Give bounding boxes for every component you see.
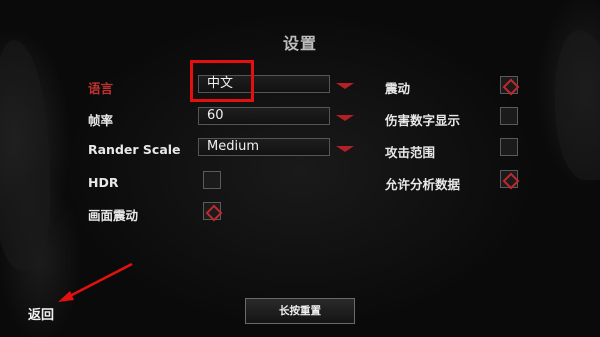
render-scale-dropdown[interactable]: Medium: [198, 138, 330, 156]
damage-numbers-checkbox[interactable]: [500, 107, 518, 125]
annotation-highlight-box: [190, 60, 254, 102]
reset-button[interactable]: 长按重置: [245, 298, 355, 324]
framerate-label: 帧率: [88, 113, 114, 128]
back-button[interactable]: 返回: [28, 304, 54, 323]
screen-shake-label: 画面震动: [88, 208, 139, 223]
vibration-label: 震动: [385, 81, 411, 96]
language-dropdown-arrow-icon[interactable]: [336, 83, 354, 89]
analytics-label: 允许分析数据: [385, 177, 461, 192]
hdr-checkbox[interactable]: [203, 171, 221, 189]
language-label: 语言: [88, 81, 114, 96]
framerate-dropdown[interactable]: 60: [198, 107, 330, 125]
screen-shake-checkbox[interactable]: [203, 202, 221, 220]
page-title: 设置: [282, 34, 317, 53]
vibration-checkbox[interactable]: [500, 76, 518, 94]
hdr-label: HDR: [88, 175, 119, 190]
attack-range-checkbox[interactable]: [500, 138, 518, 156]
framerate-dropdown-arrow-icon[interactable]: [336, 115, 354, 121]
render-scale-label: Rander Scale: [88, 142, 181, 157]
render-scale-dropdown-arrow-icon[interactable]: [336, 146, 354, 152]
attack-range-label: 攻击范围: [385, 145, 436, 160]
damage-numbers-label: 伤害数字显示: [385, 113, 461, 128]
analytics-checkbox[interactable]: [500, 170, 518, 188]
